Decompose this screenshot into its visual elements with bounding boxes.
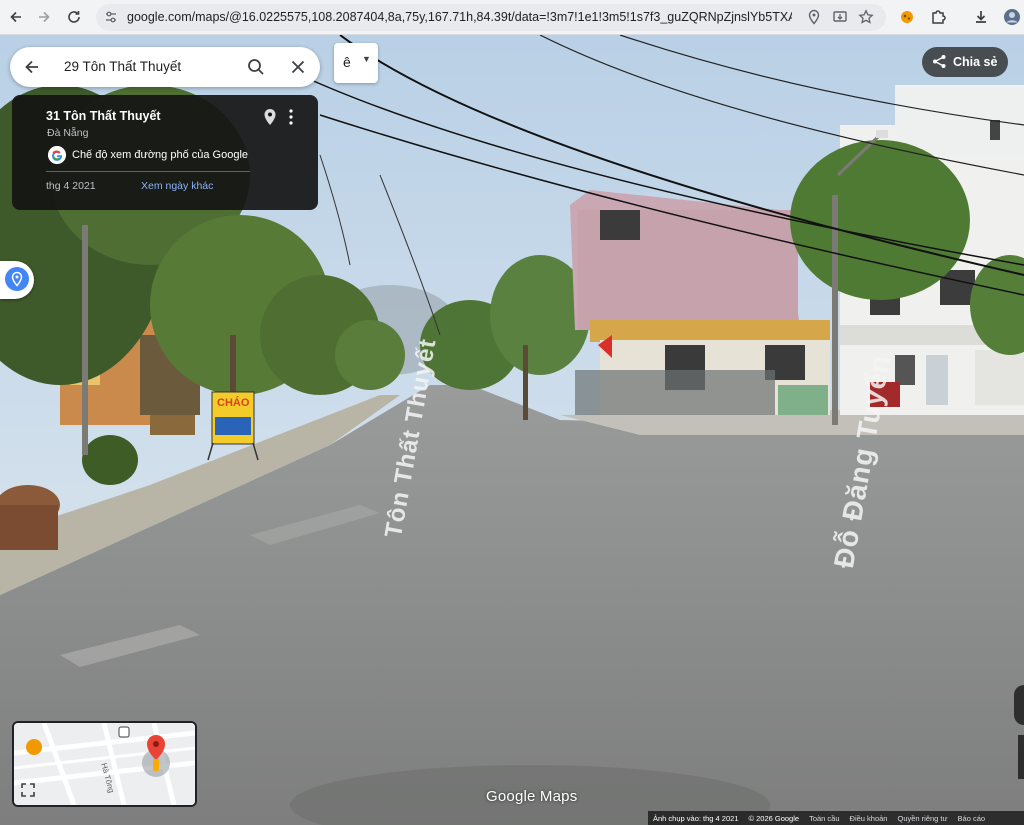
card-divider	[46, 171, 250, 172]
share-label: Chia sẻ	[953, 55, 998, 69]
footer-bar: Ảnh chụp vào: thg 4 2021 © 2026 Google T…	[648, 811, 1024, 825]
reload-icon[interactable]	[63, 6, 85, 28]
input-tools-label: ê	[343, 54, 351, 70]
install-app-icon[interactable]	[832, 9, 848, 25]
footer-captured: Ảnh chụp vào: thg 4 2021	[653, 813, 739, 823]
street-view-panorama[interactable]: Tôn Thất Thuyết Đỗ Đăng Tuyển CHÁO 29 Tô…	[0, 35, 1024, 825]
share-button[interactable]: Chia sẻ	[922, 47, 1008, 77]
extension-cookie-icon[interactable]	[898, 8, 916, 26]
more-options-icon[interactable]	[286, 108, 296, 126]
place-title: 31 Tôn Thất Thuyết	[46, 109, 161, 123]
search-input[interactable]: 29 Tôn Thất Thuyết	[64, 59, 181, 74]
site-info-icon[interactable]	[104, 10, 118, 24]
footer-terms-link[interactable]: Điều khoản	[845, 814, 893, 823]
search-icon[interactable]	[246, 57, 266, 77]
capture-date: thg 4 2021	[46, 180, 96, 192]
place-city: Đà Nẵng	[47, 127, 89, 139]
bookmark-star-icon[interactable]	[858, 9, 874, 25]
input-tools-button[interactable]: ê ▼	[334, 43, 378, 83]
shop-sign-text: CHÁO	[217, 397, 250, 409]
footer-global-link[interactable]: Toàn cầu	[804, 814, 844, 823]
profile-avatar-icon[interactable]	[1003, 8, 1021, 26]
footer-report-link[interactable]: Báo cáo	[953, 814, 991, 823]
zoom-control[interactable]	[1018, 735, 1024, 779]
close-icon[interactable]	[288, 57, 308, 77]
search-box[interactable]: 29 Tôn Thất Thuyết	[10, 47, 320, 87]
back-icon[interactable]	[5, 6, 27, 28]
share-icon	[933, 55, 946, 68]
location-icon[interactable]	[806, 9, 822, 25]
google-maps-logo: Google Maps	[486, 788, 578, 805]
streetview-mode-label: Chế độ xem đường phố của Google	[72, 149, 249, 161]
location-info-card: 31 Tôn Thất Thuyết Đà Nẵng Chế độ xem đư…	[12, 95, 318, 210]
forward-icon[interactable]	[33, 6, 55, 28]
location-pin-icon	[11, 271, 23, 287]
url-text: google.com/maps/@16.0225575,108.2087404,…	[127, 10, 792, 24]
back-arrow-icon[interactable]	[22, 57, 42, 77]
compass-control[interactable]	[1014, 685, 1024, 725]
see-other-dates-link[interactable]: Xem ngày khác	[141, 180, 213, 192]
footer-privacy-link[interactable]: Quyền riêng tư	[892, 814, 952, 823]
download-icon[interactable]	[972, 8, 990, 26]
mini-map[interactable]: Hà Tông	[12, 721, 197, 807]
map-pin-icon[interactable]	[262, 108, 278, 126]
chevron-down-icon: ▼	[362, 54, 371, 64]
expand-icon[interactable]	[20, 782, 36, 798]
address-bar[interactable]: google.com/maps/@16.0225575,108.2087404,…	[96, 4, 886, 31]
extensions-puzzle-icon[interactable]	[929, 8, 947, 26]
footer-copyright: © 2026 Google	[748, 813, 800, 823]
browser-toolbar: google.com/maps/@16.0225575,108.2087404,…	[0, 0, 1024, 35]
google-logo-icon	[48, 146, 66, 164]
